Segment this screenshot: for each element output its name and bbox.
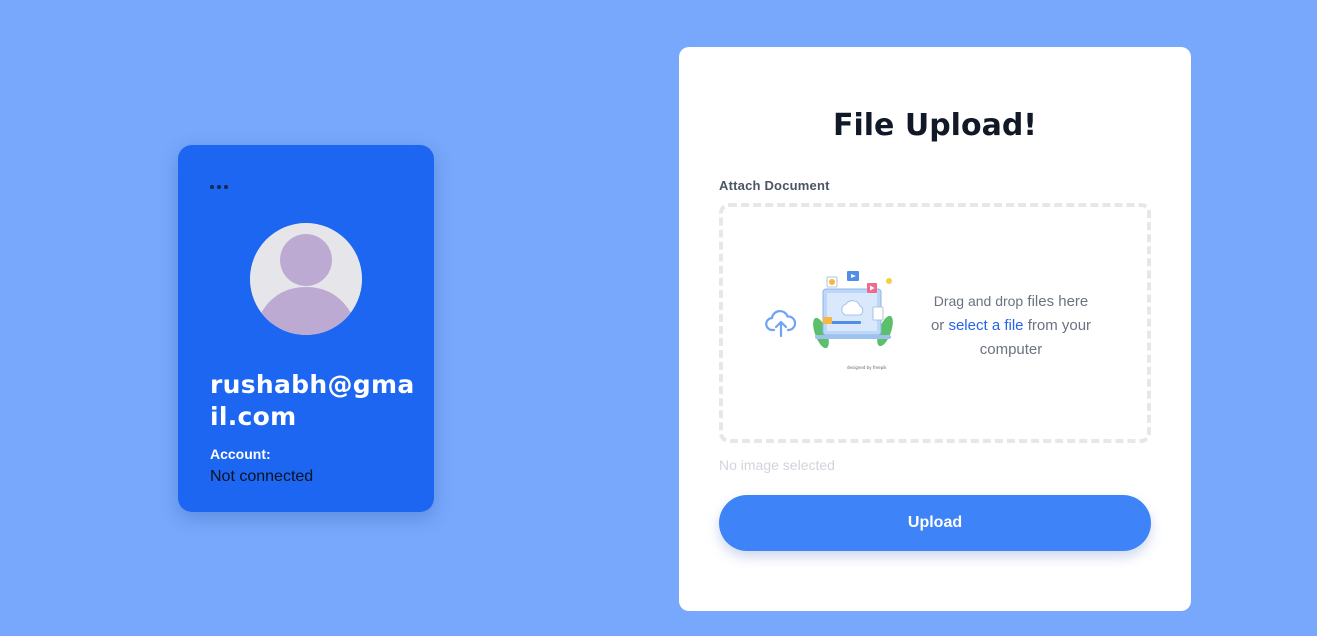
drop-text-or: or: [930, 317, 945, 334]
cloud-upload-icon: [765, 310, 797, 338]
more-dots-icon[interactable]: [210, 182, 234, 192]
drop-text-part1: Drag and drop: [933, 293, 1024, 309]
page-title: File Upload!: [833, 108, 1037, 143]
profile-card: rushabh@gmail.com Account: Not connected: [178, 145, 434, 512]
account-status: Not connected: [210, 468, 314, 485]
profile-email: rushabh@gmail.com: [210, 370, 415, 431]
no-image-status: No image selected: [719, 457, 835, 473]
avatar: [250, 223, 362, 335]
svg-text:designed by freepik: designed by freepik: [847, 365, 887, 370]
user-avatar-icon: [250, 223, 362, 335]
file-upload-illustration: designed by freepik: [813, 271, 893, 370]
drop-instructions: Drag and drop files here or select a fil…: [913, 289, 1109, 362]
upload-button[interactable]: Upload: [719, 495, 1151, 551]
select-file-link[interactable]: select a file: [948, 317, 1023, 334]
drop-text-part2: files here: [1027, 293, 1089, 310]
attach-document-label: Attach Document: [719, 178, 830, 193]
account-label: Account:: [210, 446, 271, 462]
file-drop-zone[interactable]: designed by freepik Drag and drop files …: [719, 203, 1151, 443]
upload-card: File Upload! Attach Document designed by…: [679, 47, 1191, 611]
